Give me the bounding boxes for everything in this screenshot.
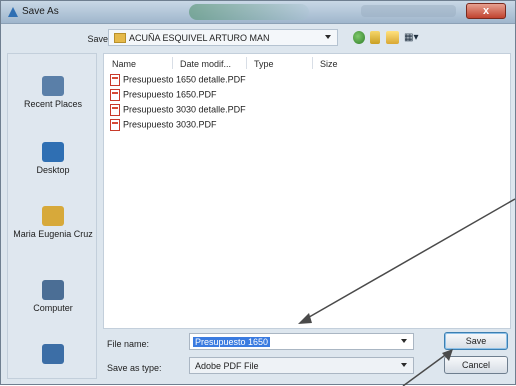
- annotation-arrows: [298, 198, 516, 386]
- annotation-arrowhead: [442, 349, 453, 361]
- save-as-dialog: Save As x Save in: ACUÑA ESQUIVEL ARTURO…: [0, 0, 516, 386]
- annotation-arrowhead: [298, 313, 312, 324]
- annotation-arrow-line: [303, 198, 516, 321]
- annotation-arrow-line: [402, 352, 449, 386]
